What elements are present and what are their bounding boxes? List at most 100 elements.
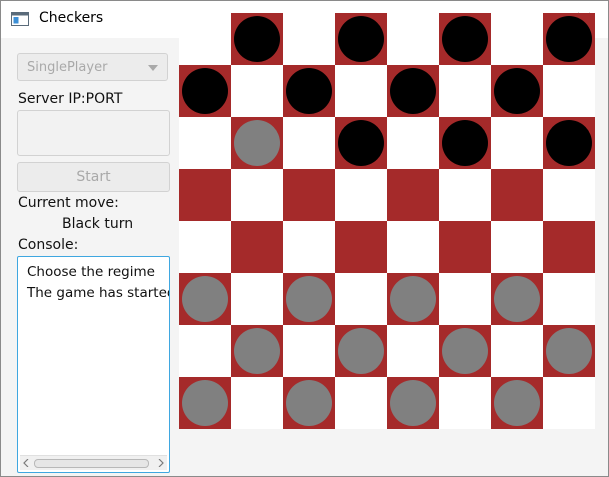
board-cell[interactable] — [491, 221, 543, 273]
board-cell[interactable] — [283, 325, 335, 377]
board-cell[interactable] — [335, 65, 387, 117]
board-cell[interactable] — [387, 325, 439, 377]
black-checker-piece[interactable] — [546, 120, 592, 166]
horizontal-scrollbar[interactable] — [20, 455, 167, 470]
board-cell[interactable] — [231, 65, 283, 117]
scroll-right-icon[interactable] — [158, 459, 164, 467]
board-cell[interactable] — [283, 273, 335, 325]
board-cell[interactable] — [543, 13, 595, 65]
board-cell[interactable] — [439, 65, 491, 117]
board-cell[interactable] — [439, 377, 491, 429]
black-checker-piece[interactable] — [338, 16, 384, 62]
board-cell[interactable] — [439, 13, 491, 65]
board-cell[interactable] — [179, 117, 231, 169]
console-textarea[interactable]: Choose the regime The game has started — [17, 256, 170, 473]
board-cell[interactable] — [491, 169, 543, 221]
board-cell[interactable] — [491, 377, 543, 429]
board-cell[interactable] — [179, 221, 231, 273]
board-cell[interactable] — [491, 13, 543, 65]
board-cell[interactable] — [335, 169, 387, 221]
board-cell[interactable] — [283, 13, 335, 65]
board-cell[interactable] — [335, 377, 387, 429]
gray-checker-piece[interactable] — [234, 120, 280, 166]
board-cell[interactable] — [491, 273, 543, 325]
game-mode-select[interactable]: SinglePlayer — [17, 53, 168, 81]
board-cell[interactable] — [283, 169, 335, 221]
gray-checker-piece[interactable] — [234, 328, 280, 374]
board-cell[interactable] — [543, 117, 595, 169]
board-cell[interactable] — [283, 221, 335, 273]
board-cell[interactable] — [491, 65, 543, 117]
board-cell[interactable] — [439, 273, 491, 325]
start-button[interactable]: Start — [17, 162, 170, 192]
board-cell[interactable] — [335, 221, 387, 273]
board-cell[interactable] — [335, 117, 387, 169]
board-cell[interactable] — [387, 117, 439, 169]
black-checker-piece[interactable] — [234, 16, 280, 62]
checkers-board[interactable] — [179, 13, 595, 429]
window-title: Checkers — [39, 10, 104, 26]
board-cell[interactable] — [439, 169, 491, 221]
console-line: Choose the regime — [27, 264, 155, 280]
board-cell[interactable] — [179, 169, 231, 221]
board-cell[interactable] — [231, 325, 283, 377]
board-cell[interactable] — [335, 273, 387, 325]
scrollbar-thumb[interactable] — [34, 459, 149, 468]
board-cell[interactable] — [231, 273, 283, 325]
black-checker-piece[interactable] — [442, 16, 488, 62]
black-checker-piece[interactable] — [546, 16, 592, 62]
board-cell[interactable] — [387, 65, 439, 117]
server-ip-input[interactable] — [17, 110, 170, 156]
board-cell[interactable] — [231, 117, 283, 169]
gray-checker-piece[interactable] — [182, 276, 228, 322]
board-cell[interactable] — [283, 377, 335, 429]
board-cell[interactable] — [543, 221, 595, 273]
board-cell[interactable] — [179, 325, 231, 377]
board-cell[interactable] — [543, 325, 595, 377]
gray-checker-piece[interactable] — [494, 380, 540, 426]
board-cell[interactable] — [179, 13, 231, 65]
board-cell[interactable] — [283, 117, 335, 169]
board-cell[interactable] — [335, 13, 387, 65]
gray-checker-piece[interactable] — [286, 276, 332, 322]
board-cell[interactable] — [179, 273, 231, 325]
board-cell[interactable] — [387, 377, 439, 429]
board-cell[interactable] — [387, 13, 439, 65]
board-cell[interactable] — [231, 169, 283, 221]
board-cell[interactable] — [335, 325, 387, 377]
board-cell[interactable] — [387, 169, 439, 221]
board-cell[interactable] — [439, 325, 491, 377]
board-cell[interactable] — [543, 65, 595, 117]
gray-checker-piece[interactable] — [442, 328, 488, 374]
board-cell[interactable] — [439, 221, 491, 273]
board-cell[interactable] — [231, 13, 283, 65]
server-ip-label: Server IP:PORT — [18, 91, 123, 107]
gray-checker-piece[interactable] — [546, 328, 592, 374]
gray-checker-piece[interactable] — [182, 380, 228, 426]
black-checker-piece[interactable] — [338, 120, 384, 166]
gray-checker-piece[interactable] — [390, 380, 436, 426]
board-cell[interactable] — [231, 221, 283, 273]
board-cell[interactable] — [179, 65, 231, 117]
gray-checker-piece[interactable] — [286, 380, 332, 426]
gray-checker-piece[interactable] — [390, 276, 436, 322]
scroll-left-icon[interactable] — [23, 459, 29, 467]
board-cell[interactable] — [439, 117, 491, 169]
black-checker-piece[interactable] — [286, 68, 332, 114]
board-cell[interactable] — [283, 65, 335, 117]
black-checker-piece[interactable] — [390, 68, 436, 114]
board-cell[interactable] — [387, 221, 439, 273]
board-cell[interactable] — [491, 325, 543, 377]
board-cell[interactable] — [543, 169, 595, 221]
black-checker-piece[interactable] — [494, 68, 540, 114]
board-cell[interactable] — [543, 377, 595, 429]
board-cell[interactable] — [543, 273, 595, 325]
black-checker-piece[interactable] — [442, 120, 488, 166]
gray-checker-piece[interactable] — [338, 328, 384, 374]
black-checker-piece[interactable] — [182, 68, 228, 114]
board-cell[interactable] — [491, 117, 543, 169]
board-cell[interactable] — [387, 273, 439, 325]
gray-checker-piece[interactable] — [494, 276, 540, 322]
board-cell[interactable] — [231, 377, 283, 429]
board-cell[interactable] — [179, 377, 231, 429]
